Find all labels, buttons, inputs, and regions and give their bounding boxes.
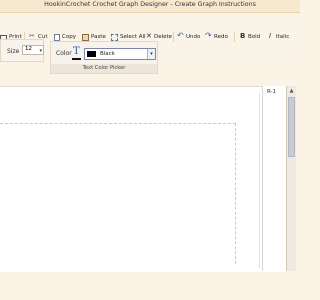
bold-button[interactable]: Bold bbox=[240, 30, 260, 44]
undo-button[interactable]: Undo bbox=[177, 30, 201, 44]
copy-icon bbox=[54, 33, 60, 41]
italic-icon bbox=[268, 32, 274, 40]
copy-label: Copy bbox=[62, 34, 76, 40]
select-all-icon bbox=[111, 33, 118, 41]
font-size-group: Size 12 ▾ bbox=[0, 39, 44, 62]
chevron-down-icon[interactable]: ▾ bbox=[147, 49, 155, 59]
paste-icon bbox=[82, 33, 89, 41]
size-value: 12 bbox=[25, 46, 32, 52]
scroll-thumb[interactable] bbox=[288, 97, 295, 157]
text-color-indicator bbox=[72, 58, 81, 60]
italic-label: Italic bbox=[276, 34, 290, 40]
chevron-down-icon: ▾ bbox=[39, 48, 42, 54]
bold-icon bbox=[240, 32, 246, 40]
undo-label: Undo bbox=[186, 34, 201, 40]
selected-color-name: Black bbox=[100, 51, 115, 57]
text-color-picker-group: Color T Black ▾ Text Color Picker bbox=[50, 41, 158, 74]
paste-label: Paste bbox=[91, 34, 106, 40]
app-window: HookinCrochet Crochet Graph Designer - C… bbox=[0, 0, 300, 300]
graph-page-boundary bbox=[0, 123, 236, 264]
italic-button[interactable]: Italic bbox=[268, 30, 289, 44]
bottom-margin bbox=[0, 272, 300, 300]
scroll-up-icon[interactable]: ▲ bbox=[288, 88, 295, 94]
row-label: R-1 bbox=[267, 89, 277, 95]
toolbar: Print Cut Copy Paste Select All Delete bbox=[0, 13, 300, 74]
delete-icon bbox=[146, 32, 152, 40]
toolbar-divider bbox=[234, 32, 235, 42]
color-dropdown[interactable]: Black ▾ bbox=[84, 48, 156, 60]
color-label: Color bbox=[56, 50, 72, 57]
graph-content-area bbox=[0, 86, 286, 272]
redo-icon bbox=[205, 31, 212, 40]
redo-label: Redo bbox=[214, 34, 228, 40]
text-color-picker-caption: Text Color Picker bbox=[51, 64, 157, 73]
vertical-scrollbar[interactable]: ▲ bbox=[286, 86, 296, 271]
undo-icon bbox=[177, 31, 184, 40]
row-instructions-panel[interactable]: R-1 bbox=[262, 86, 287, 271]
color-swatch bbox=[87, 51, 96, 57]
title-bar: HookinCrochet Crochet Graph Designer - C… bbox=[0, 0, 300, 13]
delete-label: Delete bbox=[154, 34, 173, 40]
size-label: Size bbox=[7, 48, 20, 55]
graph-canvas[interactable] bbox=[0, 93, 260, 268]
select-all-label: Select All bbox=[120, 34, 146, 40]
toolbar-divider bbox=[173, 32, 174, 42]
window-title: HookinCrochet Crochet Graph Designer - C… bbox=[44, 1, 256, 8]
redo-button[interactable]: Redo bbox=[205, 30, 228, 44]
text-color-icon: T bbox=[73, 46, 80, 57]
size-select[interactable]: 12 ▾ bbox=[22, 45, 44, 55]
bold-label: Bold bbox=[248, 34, 261, 40]
